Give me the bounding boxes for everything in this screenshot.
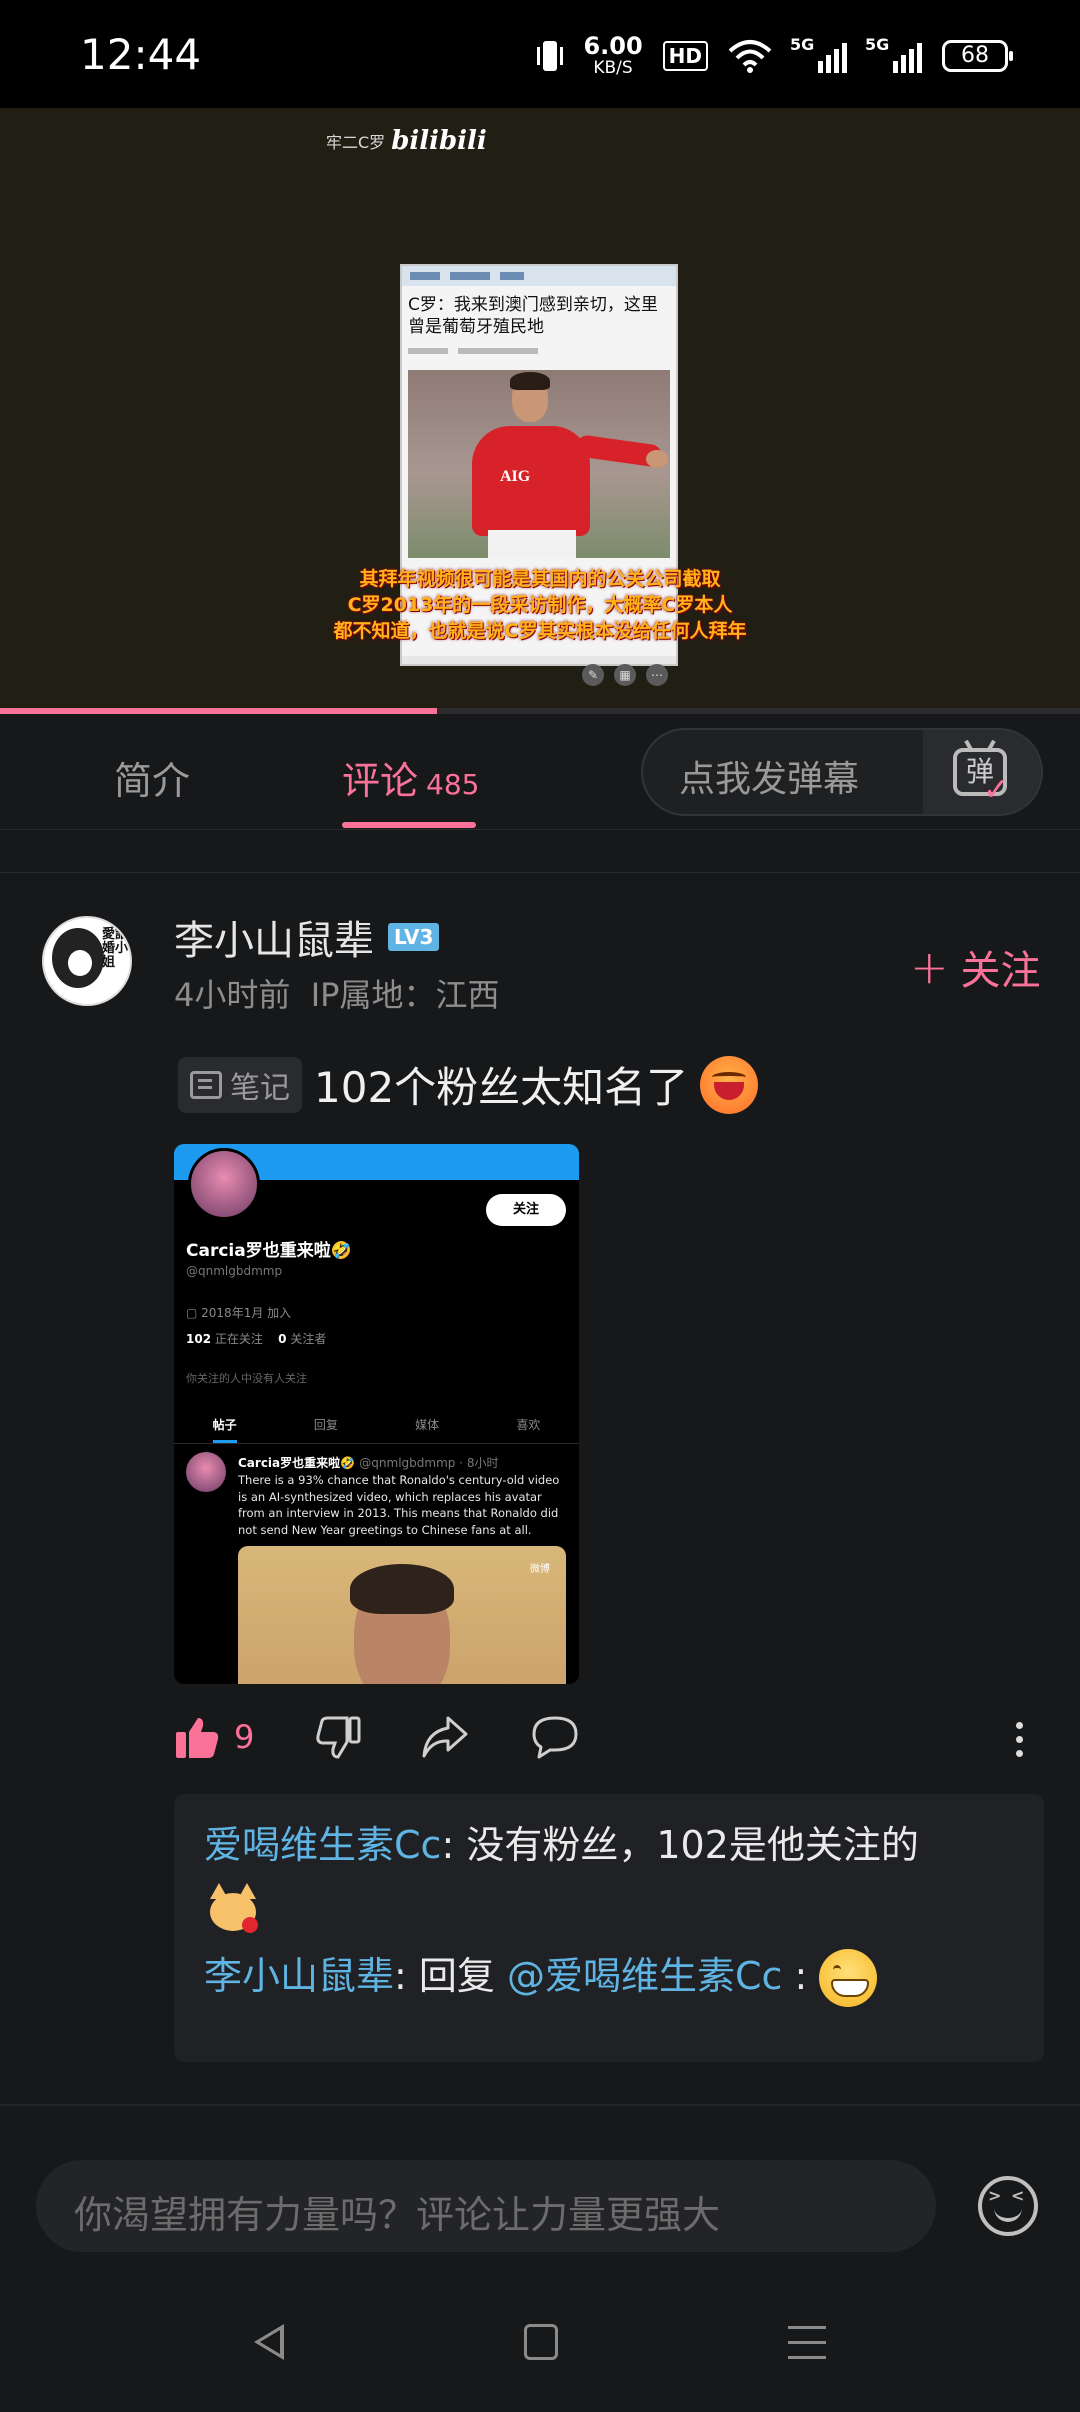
note-tag[interactable]: 笔记 [178, 1056, 302, 1113]
post-image-logo: 微博 [530, 1564, 550, 1575]
post-image: 微博 [238, 1546, 566, 1684]
comment-ip: IP属地：江西 [310, 976, 500, 1014]
profile-tab-posts: 帖子 [212, 1408, 237, 1443]
reply-username[interactable]: 李小山鼠辈 [204, 1954, 394, 1998]
post-author: Carcia罗也重来啦🤣 @qnmlgbdmmp · 8小时 [238, 1456, 499, 1470]
more-options-icon[interactable] [1016, 1722, 1023, 1764]
plus-icon: + [910, 940, 949, 994]
active-tab-indicator [342, 822, 476, 828]
edit-icon[interactable]: ✎ [582, 664, 604, 686]
profile-tabs: 帖子 回复 媒体 喜欢 [174, 1408, 579, 1444]
status-time: 12:44 [80, 30, 202, 79]
net-speed: 6.00 KB/S [583, 32, 643, 78]
post-avatar [186, 1452, 226, 1492]
reply-mention[interactable]: @爱喝维生素Cc [507, 1954, 782, 1998]
profile-stats: 102 正在关注 0 关注者 [186, 1332, 327, 1346]
profile-tab-replies: 回复 [313, 1418, 338, 1432]
video-overlay-controls: ✎ ▦ ⋯ [582, 664, 668, 686]
share-icon[interactable] [420, 1714, 470, 1760]
like-count: 9 [234, 1718, 255, 1756]
avatar[interactable]: 愛誰婚小姐 [42, 916, 132, 1006]
level-badge: LV3 [388, 923, 440, 951]
thumbs-down-icon[interactable] [314, 1714, 362, 1762]
cat-rose-emoji-icon [204, 1881, 262, 1939]
profile-follow-button: 关注 [486, 1194, 566, 1226]
comment-text: 102个粉丝太知名了 [314, 1063, 689, 1112]
danmaku-settings-button[interactable]: 弹 ✓ [923, 730, 1041, 814]
comment-meta: 4小时前 IP属地：江西 [174, 970, 499, 1016]
video-player[interactable]: 牢二C罗 bilibili C罗：我来到澳门感到亲切，这里曾是葡萄牙殖民地 AI… [0, 108, 1080, 711]
check-icon: ✓ [983, 770, 1010, 808]
profile-avatar [188, 1148, 260, 1220]
profile-name: Carcia罗也重来啦🤣 [186, 1241, 352, 1261]
comment-input-placeholder: 你渴望拥有力量吗？评论让力量更强大 [74, 2193, 721, 2237]
post-text: There is a 93% chance that Ronaldo's cen… [238, 1473, 560, 1537]
video-subtitles: 其拜年视频很可能是其国内的公关公司截取 C罗2013年的一段采访制作，大概率C罗… [333, 568, 747, 642]
note-icon [190, 1070, 222, 1099]
comment-content: 笔记 102个粉丝太知名了 [178, 1054, 759, 1115]
back-icon[interactable] [254, 2324, 284, 2360]
status-bar: 12:44 6.00 KB/S HD 5G 5G 68 [0, 0, 1080, 108]
emoji-picker-icon[interactable] [978, 2176, 1038, 2236]
grid-icon[interactable]: ▦ [614, 664, 636, 686]
like-button[interactable]: 9 [174, 1714, 254, 1760]
profile-no-followers-note: 你关注的人中没有人关注 [186, 1372, 307, 1385]
vibrate-icon [537, 40, 564, 71]
news-photo: AIG [408, 370, 670, 558]
profile-tab-likes: 喜欢 [516, 1418, 541, 1432]
tab-comments[interactable]: 评论 485 [342, 750, 479, 805]
news-title: C罗：我来到澳门感到亲切，这里曾是葡萄牙殖民地 [408, 295, 658, 337]
divider [0, 872, 1080, 873]
jersey-sponsor: AIG [500, 468, 531, 485]
tab-comments-label: 评论 [342, 759, 419, 803]
follow-button[interactable]: + 关注 [910, 938, 1041, 996]
status-icons: 6.00 KB/S HD 5G 5G 68 [537, 32, 1013, 78]
divider [0, 2104, 1080, 2106]
wifi-icon [728, 39, 772, 73]
reply-text: 回复 [418, 1953, 507, 1998]
recents-icon[interactable] [788, 2326, 826, 2371]
profile-tab-media: 媒体 [415, 1418, 440, 1432]
more-icon[interactable]: ⋯ [646, 664, 668, 686]
reply-text: 没有粉丝，102是他关注的 [466, 1823, 919, 1867]
reply-item: 爱喝维生素Cc: 没有粉丝，102是他关注的 [204, 1814, 1014, 1939]
tab-bar: 简介 评论 485 点我发弹幕 弹 ✓ [0, 714, 1080, 830]
battery-icon: 68 [942, 39, 1013, 72]
comment-username[interactable]: 李小山鼠辈 LV3 [174, 908, 440, 966]
video-watermark: 牢二C罗 bilibili [326, 126, 487, 156]
home-icon[interactable] [524, 2324, 558, 2360]
profile-joined: ▢ 2018年1月 加入 [186, 1306, 292, 1320]
hd-icon: HD [662, 40, 708, 71]
comment-image[interactable]: 关注 Carcia罗也重来啦🤣 @qnmlgbdmmp ▢ 2018年1月 加入… [174, 1144, 579, 1684]
reply-preview-box[interactable]: 爱喝维生素Cc: 没有粉丝，102是他关注的 李小山鼠辈: 回复 @爱喝维生素C… [174, 1794, 1044, 2062]
system-nav-bar [0, 2290, 1080, 2412]
reply-username[interactable]: 爱喝维生素Cc [204, 1823, 441, 1867]
comment-input[interactable]: 你渴望拥有力量吗？评论让力量更强大 [36, 2160, 936, 2252]
reply-icon[interactable] [530, 1714, 580, 1760]
avatar-text: 愛誰婚小姐 [102, 927, 129, 970]
profile-handle: @qnmlgbdmmp [186, 1264, 283, 1278]
thumbs-up-icon [176, 1718, 219, 1758]
signal-icon-2: 5G [865, 35, 922, 73]
comments-count: 485 [426, 768, 480, 801]
signal-icon-1: 5G [790, 35, 847, 73]
reply-item: 李小山鼠辈: 回复 @爱喝维生素Cc : [204, 1945, 1014, 2007]
danmaku-placeholder: 点我发弹幕 [679, 759, 860, 800]
grinning-emoji-icon [819, 1949, 878, 2007]
laughing-emoji-icon [700, 1055, 759, 1114]
tab-intro[interactable]: 简介 [114, 750, 190, 805]
comment-actions: 9 [174, 1710, 1034, 1770]
danmaku-input[interactable]: 点我发弹幕 弹 ✓ [641, 728, 1043, 816]
comment-time: 4小时前 [174, 976, 291, 1014]
